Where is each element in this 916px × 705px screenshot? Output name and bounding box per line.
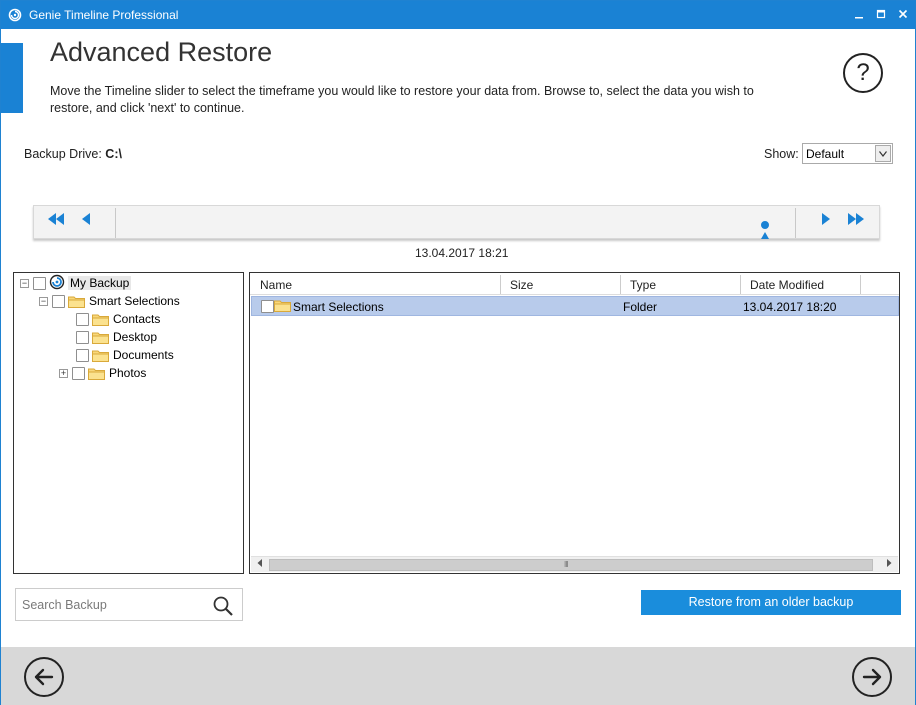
tree-item-contacts[interactable]: Contacts: [76, 310, 160, 328]
tree-item-photos[interactable]: + Photos: [59, 364, 146, 382]
timeline-divider: [115, 208, 116, 238]
checkbox[interactable]: [76, 348, 89, 362]
chevron-down-icon[interactable]: [875, 145, 891, 162]
help-button[interactable]: ?: [843, 53, 883, 93]
tree-item-documents[interactable]: Documents: [76, 346, 174, 364]
folder-icon: [88, 367, 105, 380]
tree-item-label: Contacts: [113, 312, 161, 326]
backup-drive-value: C:\: [105, 147, 122, 161]
column-header-name[interactable]: Name: [260, 278, 292, 292]
page-title: Advanced Restore: [50, 37, 273, 67]
checkbox[interactable]: [72, 366, 85, 380]
search-backup-box: [15, 588, 243, 621]
collapse-icon[interactable]: −: [20, 278, 29, 288]
file-list: Name Size Type Date Modified Smart Selec…: [249, 272, 900, 574]
back-button[interactable]: [24, 657, 64, 697]
rewind-icon[interactable]: [44, 212, 68, 232]
checkbox[interactable]: [76, 312, 89, 326]
maximize-icon[interactable]: [871, 5, 891, 25]
app-window: Genie Timeline Professional Advanced Res…: [0, 0, 916, 705]
arrow-right-icon: [862, 668, 882, 686]
file-date-modified: 13.04.2017 18:20: [743, 300, 837, 314]
folder-icon: [92, 349, 109, 362]
search-input[interactable]: [22, 595, 202, 615]
header-accent-bar: [1, 43, 23, 113]
timeline-date: 13.04.2017 18:21: [415, 246, 509, 260]
fast-forward-icon[interactable]: [844, 212, 868, 232]
checkbox[interactable]: [52, 294, 65, 308]
close-icon[interactable]: [893, 5, 913, 25]
page-description: Move the Timeline slider to select the t…: [50, 84, 754, 115]
column-header-date-modified[interactable]: Date Modified: [750, 278, 824, 292]
folder-icon: [274, 299, 291, 312]
tree-item-my-backup[interactable]: − My Backup: [20, 274, 132, 293]
show-dropdown-value: Default: [806, 147, 845, 161]
arrow-left-icon: [34, 668, 54, 686]
tree-item-label: Desktop: [113, 330, 158, 344]
minimize-icon[interactable]: [849, 5, 869, 25]
step-forward-icon[interactable]: [814, 212, 838, 232]
tree-item-label: Smart Selections: [89, 294, 180, 308]
scroll-left-icon[interactable]: [254, 559, 266, 571]
show-label: Show:: [764, 147, 799, 161]
app-logo-icon: [8, 8, 22, 22]
tree-item-label: Photos: [109, 366, 147, 380]
scrollbar-thumb[interactable]: III: [269, 559, 873, 571]
checkbox[interactable]: [33, 276, 46, 290]
horizontal-scrollbar[interactable]: III: [251, 556, 898, 572]
column-divider[interactable]: [860, 275, 861, 294]
timeline-slider[interactable]: [33, 205, 880, 239]
folder-icon: [92, 331, 109, 344]
scrollbar-grip: III: [564, 560, 569, 569]
column-divider[interactable]: [620, 275, 621, 294]
collapse-icon[interactable]: −: [39, 296, 48, 306]
file-name: Smart Selections: [293, 300, 384, 314]
backup-tree: − My Backup − Smart Selections Contacts: [13, 272, 244, 574]
expand-icon[interactable]: +: [59, 368, 68, 378]
search-icon[interactable]: [212, 595, 234, 620]
folder-icon: [92, 313, 109, 326]
column-header-size[interactable]: Size: [510, 278, 533, 292]
tree-item-label: My Backup: [68, 276, 132, 290]
tree-item-desktop[interactable]: Desktop: [76, 328, 157, 346]
backup-logo-icon: [49, 274, 65, 293]
show-dropdown[interactable]: Default: [802, 143, 893, 164]
file-type: Folder: [623, 300, 658, 314]
next-button[interactable]: [852, 657, 892, 697]
footer-bar: [1, 647, 915, 705]
column-header-type[interactable]: Type: [630, 278, 656, 292]
backup-drive-label: Backup Drive:: [24, 147, 102, 161]
tree-item-label: Documents: [113, 348, 174, 362]
timeline-divider: [795, 208, 796, 238]
scroll-right-icon[interactable]: [883, 559, 895, 571]
timeline-handle[interactable]: [760, 220, 770, 243]
step-back-icon[interactable]: [74, 212, 98, 232]
tree-item-smart-selections[interactable]: − Smart Selections: [39, 292, 180, 310]
folder-icon: [68, 295, 85, 308]
table-row[interactable]: Smart Selections Folder 13.04.2017 18:20: [251, 296, 899, 316]
checkbox[interactable]: [261, 300, 274, 313]
backup-drive-info: Backup Drive: C:\: [24, 147, 122, 161]
title-bar: Genie Timeline Professional: [1, 1, 915, 29]
restore-older-backup-button[interactable]: Restore from an older backup: [641, 590, 901, 615]
file-list-header: Name Size Type Date Modified: [250, 273, 899, 295]
column-divider[interactable]: [740, 275, 741, 294]
window-title: Genie Timeline Professional: [29, 8, 179, 22]
checkbox[interactable]: [76, 330, 89, 344]
column-divider[interactable]: [500, 275, 501, 294]
